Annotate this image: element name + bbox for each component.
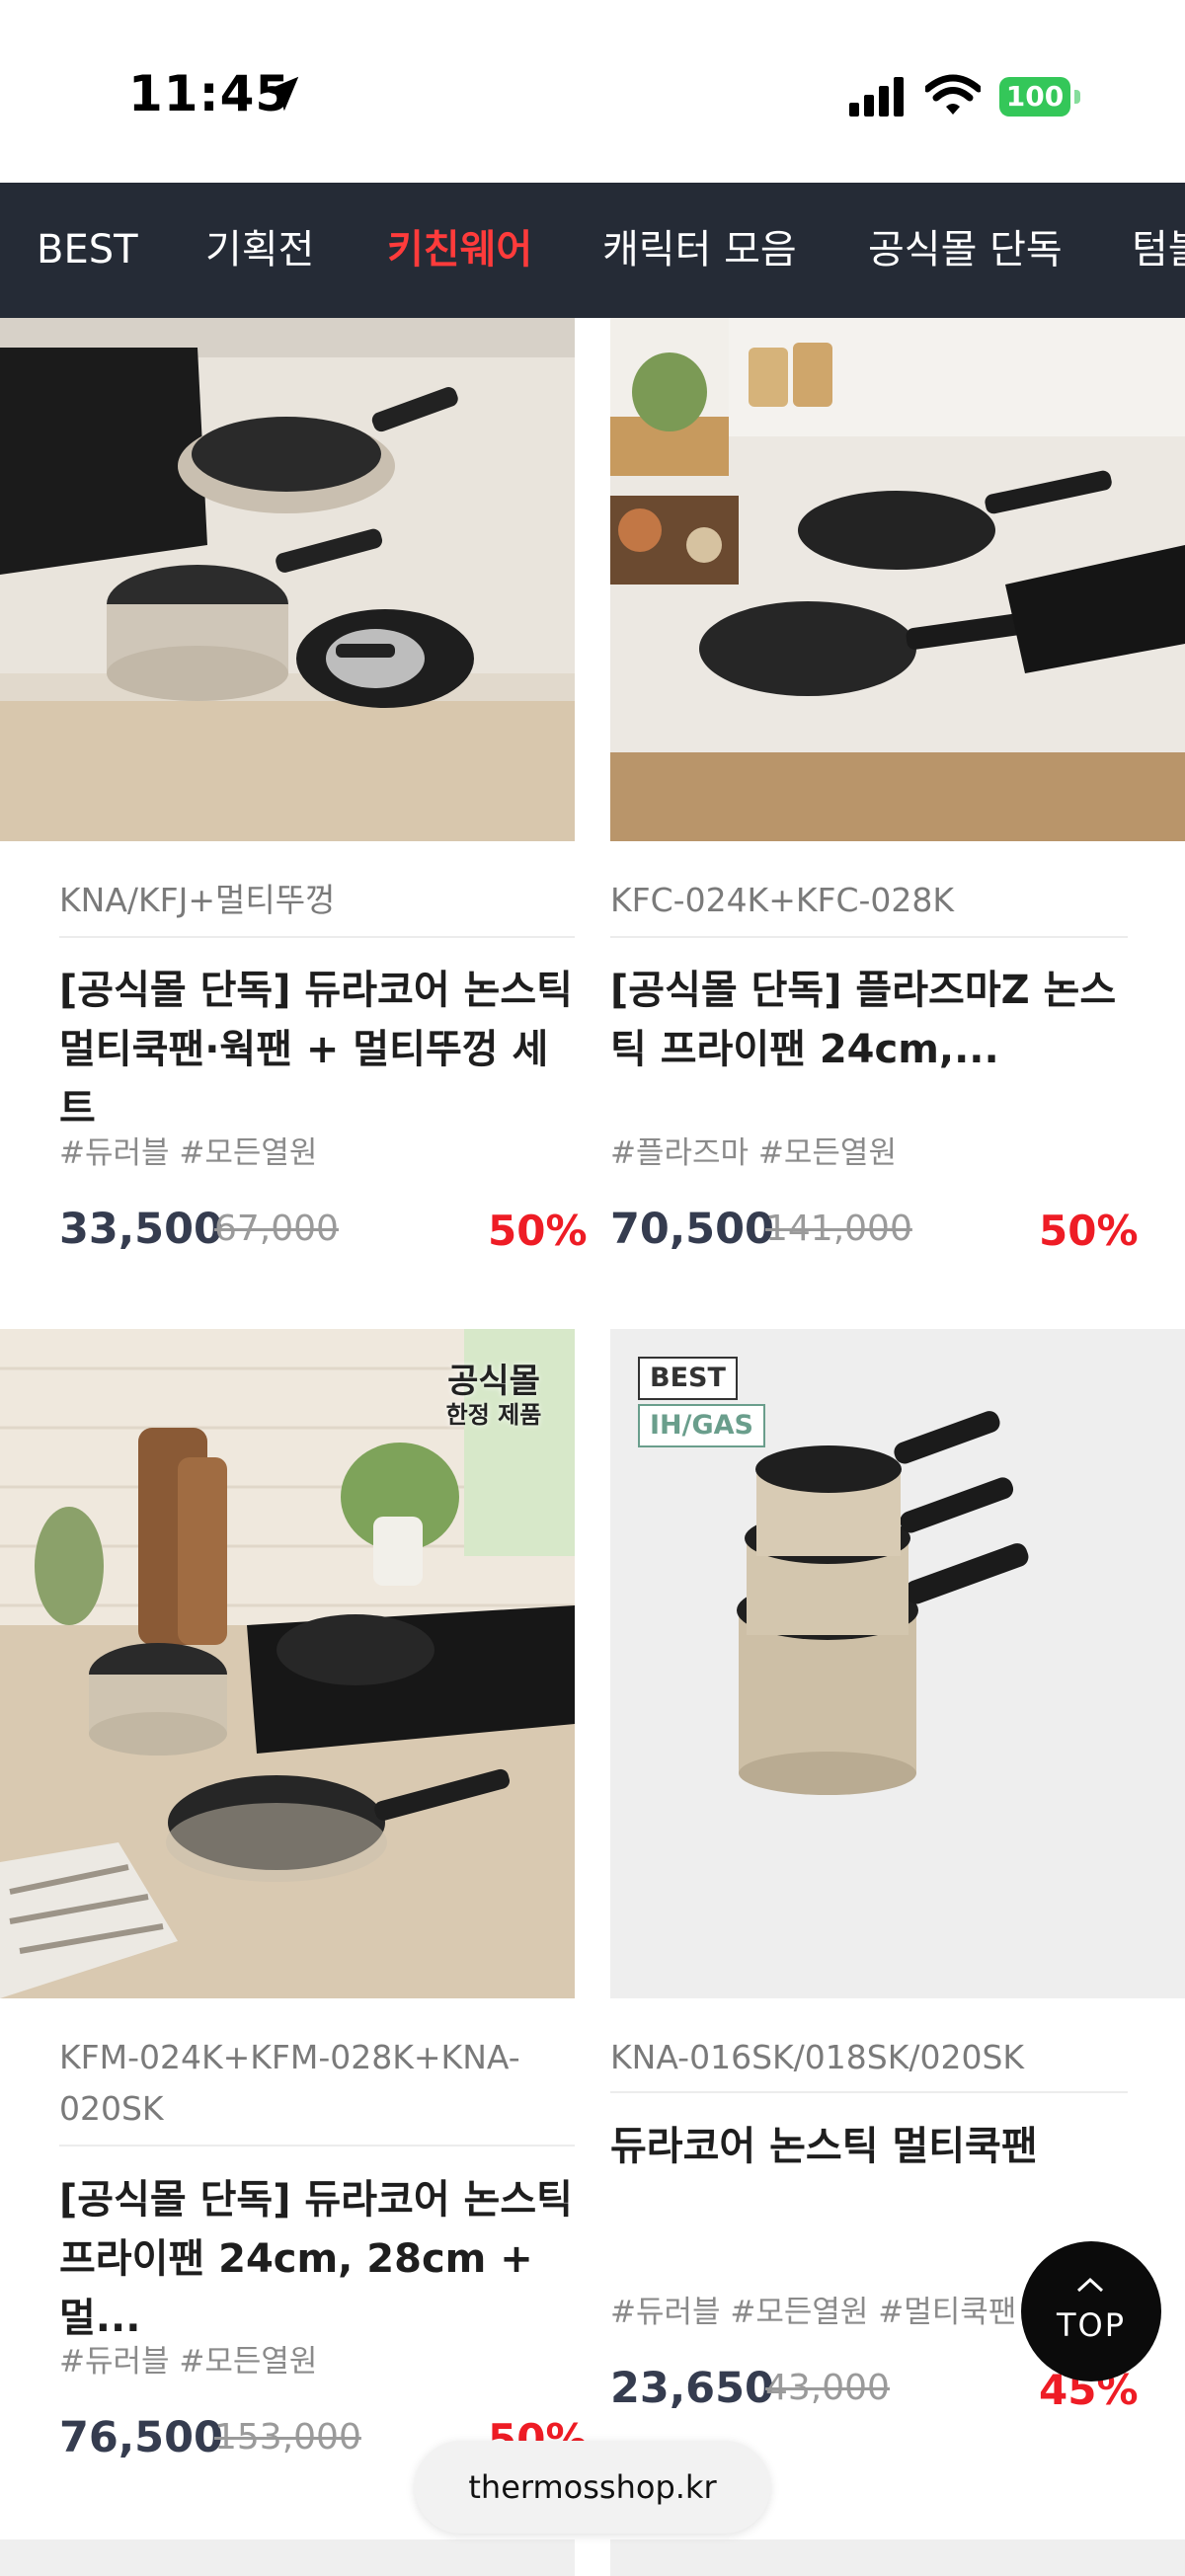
divider [59,2145,575,2147]
location-arrow-icon [264,76,299,112]
tab-characters[interactable]: 캐릭터 모음 [602,183,797,318]
tab-tumbler[interactable]: 텀블 [1132,183,1185,318]
signal-icon [849,77,904,117]
divider [59,936,575,938]
product-image[interactable]: BEST IH/GAS [610,1329,1185,1998]
product-name[interactable]: [공식몰 단독] 플라즈마Z 논스틱 프라이팬 24cm,... [610,961,1144,1079]
badge-ih-gas: IH/GAS [638,1404,766,1447]
product-image[interactable] [0,318,575,841]
product-original-price: 43,000 [765,2368,890,2408]
product-price: 23,650 [610,2364,774,2413]
product-price: 33,500 [59,1205,223,1254]
next-product-image[interactable] [0,2539,575,2576]
product-original-price: 67,000 [214,1209,339,1249]
product-image[interactable] [610,318,1185,841]
battery-level: 100 [999,77,1070,117]
product-image[interactable]: 공식몰 한정 제품 [0,1329,575,1998]
product-price: 70,500 [610,1205,774,1254]
scroll-top-button[interactable]: TOP [1021,2241,1161,2381]
chevron-up-icon [1076,2277,1104,2293]
limited-edition-label: 공식몰 한정 제품 [425,1363,563,1430]
product-discount: 50% [1039,1207,1139,1255]
product-original-price: 141,000 [765,1209,912,1249]
scroll-top-label: TOP [1056,2306,1127,2344]
tab-kitchenware[interactable]: 키친웨어 [387,183,532,318]
product-tags: #듀러블 #모든열원 #멀티쿡팬 [610,2295,1017,2330]
product-model: KNA-016SK/018SK/020SK [610,2038,1025,2076]
status-bar: 11:45 100 [0,0,1185,183]
product-name[interactable]: [공식몰 단독] 듀라코어 논스틱 멀티쿡팬·웍팬 + 멀티뚜껑 세트 [59,961,578,1138]
product-model: KFC-024K+KFC-028K [610,881,955,919]
divider [610,936,1128,938]
category-nav: BEST 기획전 키친웨어 캐릭터 모음 공식몰 단독 텀블 [0,183,1185,318]
product-tags: #플라즈마 #모든열원 [610,1135,897,1171]
product-name[interactable]: [공식몰 단독] 듀라코어 논스틱 프라이팬 24cm, 28cm + 멀... [59,2170,578,2348]
tab-official-exclusive[interactable]: 공식몰 단독 [868,183,1063,318]
product-model: KNA/KFJ+멀티뚜껑 [59,881,336,919]
product-original-price: 153,000 [214,2417,361,2458]
product-model: KFM-024K+KFM-028K+KNA-020SK [59,2038,520,2128]
wifi-icon [925,74,981,115]
divider [610,2091,1128,2093]
limited-label-line2: 한정 제품 [445,1401,542,1429]
tab-best[interactable]: BEST [37,183,138,318]
product-name[interactable]: 듀라코어 논스틱 멀티쿡팬 [610,2117,1144,2176]
battery-icon: 100 [999,77,1082,117]
product-discount: 50% [488,1207,588,1255]
browser-url-bar[interactable]: thermosshop.kr [415,2441,770,2534]
limited-label-line1: 공식몰 [447,1362,540,1401]
tab-exhibition[interactable]: 기획전 [205,183,314,318]
product-price: 76,500 [59,2413,223,2462]
product-tags: #듀러블 #모든열원 [59,1135,318,1171]
badge-best: BEST [638,1357,738,1400]
next-product-image[interactable] [610,2539,1185,2576]
product-tags: #듀러블 #모든열원 [59,2344,318,2380]
